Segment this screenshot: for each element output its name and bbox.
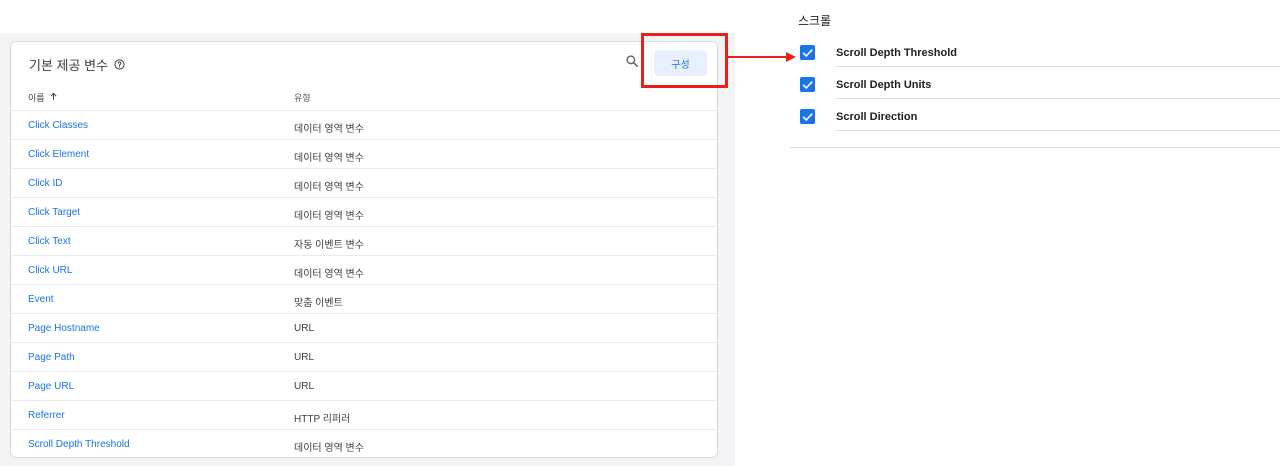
variables-table: Click Classes 데이터 영역 변수 Click Element 데이… [11,110,717,457]
checkbox-row-scroll-direction: Scroll Direction [790,99,1280,131]
table-row: Event 맞춤 이벤트 [11,284,717,313]
variable-type: URL [294,381,315,392]
variable-name-link[interactable]: Page Hostname [28,323,100,334]
table-row: Click Text 자동 이벤트 변수 [11,226,717,255]
column-header-type: 유형 [294,91,311,104]
divider [835,130,1280,131]
checkbox[interactable] [800,109,815,124]
table-row: Click ID 데이터 영역 변수 [11,168,717,197]
checkbox-row-scroll-depth-units: Scroll Depth Units [790,67,1280,99]
variable-name-link[interactable]: Click Classes [28,120,88,131]
variable-type: 데이터 영역 변수 [294,443,364,454]
table-row: Scroll Depth Threshold 데이터 영역 변수 [11,429,717,457]
search-icon[interactable] [625,54,639,73]
variable-name-link[interactable]: Click Text [28,236,71,247]
screen: 기본 제공 변수 구성 이름 유형 Click Classes 데이터 영역 변… [0,0,1280,466]
highlight-box [641,33,728,88]
variable-type: 데이터 영역 변수 [294,153,364,164]
table-row: Click Classes 데이터 영역 변수 [11,110,717,139]
checkbox-label: Scroll Direction [836,111,918,123]
variable-type: 맞춤 이벤트 [294,298,343,309]
checkbox[interactable] [800,45,815,60]
arrow-up-icon [49,92,58,103]
column-header-type-label: 유형 [294,93,311,103]
variable-name-link[interactable]: Click URL [28,265,72,276]
variable-type: URL [294,352,315,363]
variable-type: 데이터 영역 변수 [294,269,364,280]
panel-title: 기본 제공 변수 [29,58,108,73]
variable-type: 데이터 영역 변수 [294,211,364,222]
table-row: Page Path URL [11,342,717,371]
variable-name-link[interactable]: Click Target [28,207,80,218]
scroll-section-title: 스크롤 [798,14,832,28]
table-row: Click Target 데이터 영역 변수 [11,197,717,226]
builtin-variables-panel: 기본 제공 변수 구성 이름 유형 Click Classes 데이터 영역 변… [10,41,718,458]
column-header-name-label: 이름 [28,93,45,103]
arrow-right-icon [728,52,796,62]
variable-name-link[interactable]: Page URL [28,381,74,392]
variable-name-link[interactable]: Page Path [28,352,75,363]
variable-type: HTTP 리퍼러 [294,414,351,425]
checkbox-label: Scroll Depth Units [836,79,932,91]
table-row: Page Hostname URL [11,313,717,342]
variable-type: 데이터 영역 변수 [294,182,364,193]
checkbox-label: Scroll Depth Threshold [836,47,958,59]
table-row: Referrer HTTP 리퍼러 [11,400,717,429]
variable-name-link[interactable]: Click ID [28,178,62,189]
check-icon [802,49,813,58]
check-icon [802,81,813,90]
variable-name-link[interactable]: Click Element [28,149,89,160]
variable-type: URL [294,323,315,334]
help-circle-icon[interactable] [114,59,125,70]
check-icon [802,113,813,122]
table-row: Click URL 데이터 영역 변수 [11,255,717,284]
checkbox[interactable] [800,77,815,92]
table-row: Page URL URL [11,371,717,400]
variable-type: 데이터 영역 변수 [294,124,364,135]
variable-name-link[interactable]: Scroll Depth Threshold [28,439,130,450]
table-row: Click Element 데이터 영역 변수 [11,139,717,168]
divider [790,147,1280,148]
column-header-name[interactable]: 이름 [28,91,58,104]
checkbox-row-scroll-depth-threshold: Scroll Depth Threshold [790,35,1280,67]
variable-type: 자동 이벤트 변수 [294,240,364,251]
panel-header: 기본 제공 변수 [29,55,125,74]
variable-name-link[interactable]: Referrer [28,410,65,421]
variable-name-link[interactable]: Event [28,294,54,305]
